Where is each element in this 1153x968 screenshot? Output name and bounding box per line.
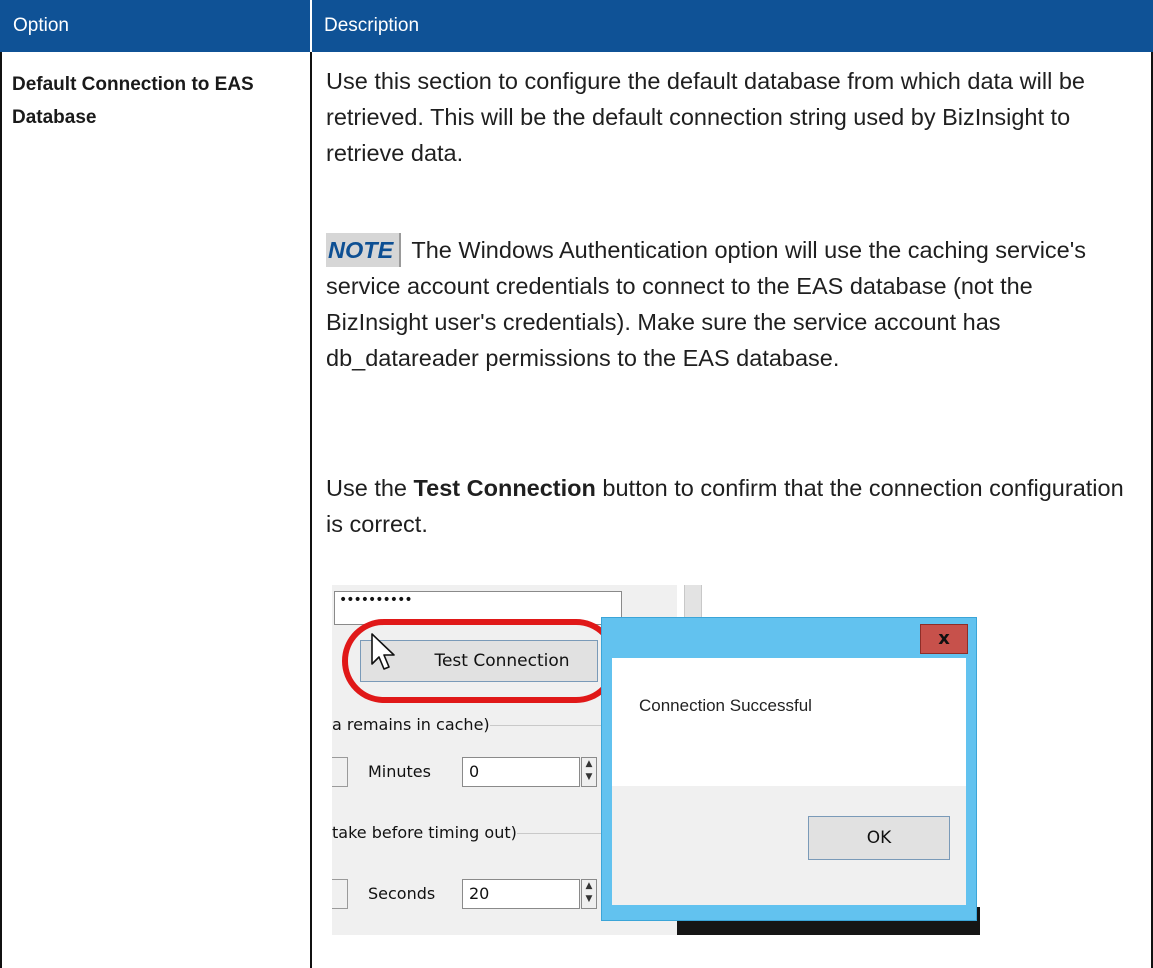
dialog-message: Connection Successful (639, 696, 812, 715)
spinner-edge (332, 757, 348, 787)
note-paragraph: NOTE The Windows Authentication option w… (326, 232, 1136, 376)
ok-button[interactable]: OK (808, 816, 950, 860)
header-option: Option (0, 0, 310, 52)
minutes-label: Minutes (368, 762, 431, 781)
minutes-spinner-icon[interactable]: ▲ ▼ (581, 757, 597, 787)
mouse-pointer-icon (371, 633, 395, 670)
minutes-input[interactable]: 0 (462, 757, 580, 787)
spinner-edge (332, 879, 348, 909)
dialog-body: Connection Successful OK (612, 658, 966, 905)
description-paragraph: Use this section to configure the defaul… (326, 68, 1085, 166)
table-border-left (0, 52, 2, 968)
note-badge: NOTE (326, 233, 402, 267)
header-description: Description (312, 0, 1153, 52)
test-connection-paragraph: Use the Test Connection button to confir… (326, 470, 1136, 542)
seconds-input[interactable]: 20 (462, 879, 580, 909)
option-name: Default Connection to EAS Database (12, 74, 254, 128)
connection-dialog: x Connection Successful OK (601, 617, 977, 921)
seconds-label: Seconds (368, 884, 436, 903)
test-connection-term: Test Connection (413, 475, 596, 501)
table-border-middle (310, 52, 312, 968)
note-text: The Windows Authentication option will u… (326, 237, 1086, 371)
options-table: Option Description Default Connection to… (0, 0, 1153, 968)
embedded-screenshot: •••••••••• Test Connection a remains in … (332, 585, 980, 935)
dialog-footer: OK (612, 786, 966, 905)
paragraph-text-start: Use the (326, 475, 414, 501)
close-icon[interactable]: x (920, 624, 968, 654)
seconds-spinner-icon[interactable]: ▲ ▼ (581, 879, 597, 909)
timeout-group-label: take before timing out) (332, 823, 517, 842)
cache-group-label: a remains in cache) (332, 715, 490, 734)
